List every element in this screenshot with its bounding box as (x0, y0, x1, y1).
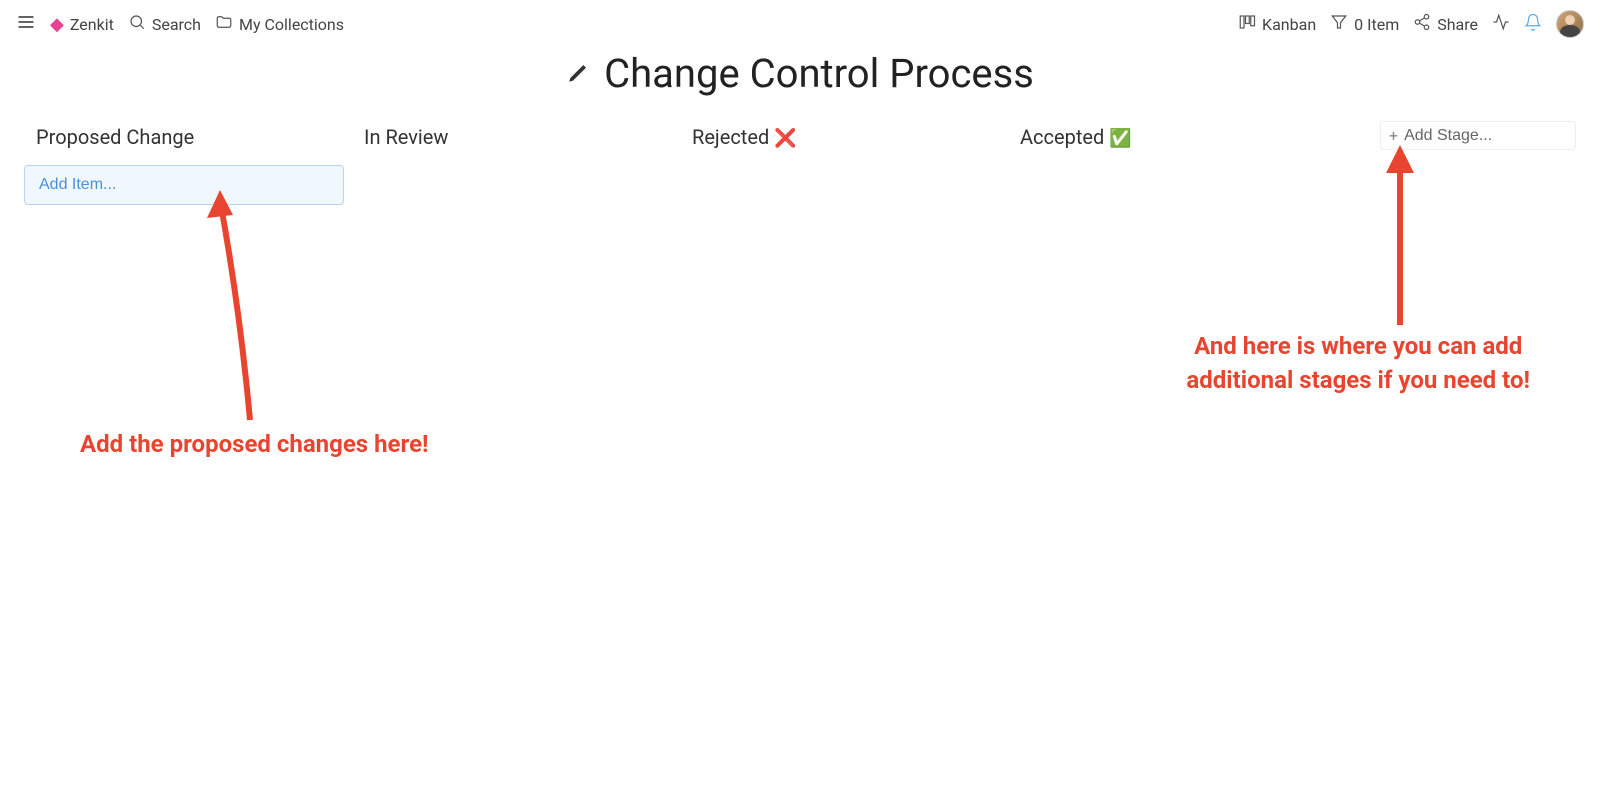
avatar[interactable] (1556, 10, 1584, 38)
check-icon: ✅ (1109, 128, 1131, 149)
column-header[interactable]: Accepted ✅ (1008, 117, 1328, 157)
annotation-arrow-left (195, 190, 265, 430)
filter-label: 0 Item (1354, 15, 1399, 34)
share-button[interactable]: Share (1413, 13, 1478, 35)
diamond-icon: ◆ (50, 14, 64, 35)
filter-icon (1330, 13, 1348, 35)
activity-icon (1492, 13, 1510, 35)
column-in-review: In Review (352, 117, 672, 165)
brand-label: Zenkit (70, 15, 114, 34)
header-left: ◆ Zenkit Search My Collections (16, 12, 344, 36)
header-right: Kanban 0 Item Share (1238, 10, 1584, 38)
search-button[interactable]: Search (128, 13, 201, 35)
collections-label: My Collections (239, 15, 344, 34)
search-icon (128, 13, 146, 35)
search-label: Search (152, 15, 201, 34)
title-row: Change Control Process (0, 48, 1600, 117)
annotation-right-line1: And here is where you can add (1194, 332, 1522, 360)
column-rejected: Rejected ❌ (680, 117, 1000, 165)
annotation-arrow-right (1370, 145, 1430, 330)
kanban-icon (1238, 13, 1256, 35)
plus-icon: + (1389, 126, 1398, 145)
annotation-right: And here is where you can add additional… (1186, 330, 1530, 397)
menu-icon[interactable] (16, 12, 36, 36)
page-title: Change Control Process (604, 50, 1034, 97)
column-header[interactable]: Rejected ❌ (680, 117, 1000, 157)
annotation-left: Add the proposed changes here! (80, 428, 429, 462)
share-icon (1413, 13, 1431, 35)
column-label: Accepted (1020, 125, 1104, 149)
folder-icon (215, 13, 233, 35)
activity-button[interactable] (1492, 13, 1510, 35)
add-stage-input[interactable] (1404, 127, 1567, 145)
column-accepted: Accepted ✅ (1008, 117, 1328, 165)
top-header: ◆ Zenkit Search My Collections Kanban (0, 0, 1600, 48)
notifications-button[interactable] (1524, 13, 1542, 35)
brand-link[interactable]: ◆ Zenkit (50, 14, 114, 35)
title-wrapper[interactable]: Change Control Process (566, 50, 1034, 97)
column-label: In Review (364, 125, 448, 149)
filter-button[interactable]: 0 Item (1330, 13, 1399, 35)
collections-link[interactable]: My Collections (215, 13, 344, 35)
pencil-icon (566, 59, 592, 89)
column-header[interactable]: In Review (352, 117, 672, 157)
view-mode-label: Kanban (1262, 15, 1316, 34)
annotation-right-line2: additional stages if you need to! (1186, 366, 1530, 394)
view-mode-button[interactable]: Kanban (1238, 13, 1316, 35)
column-proposed-change: Proposed Change (24, 117, 344, 205)
cross-icon: ❌ (774, 128, 796, 149)
share-label: Share (1437, 15, 1478, 34)
column-label: Proposed Change (36, 125, 194, 149)
add-item-input[interactable] (24, 165, 344, 205)
bell-icon (1524, 13, 1542, 35)
column-header[interactable]: Proposed Change (24, 117, 344, 157)
column-label: Rejected (692, 125, 769, 149)
